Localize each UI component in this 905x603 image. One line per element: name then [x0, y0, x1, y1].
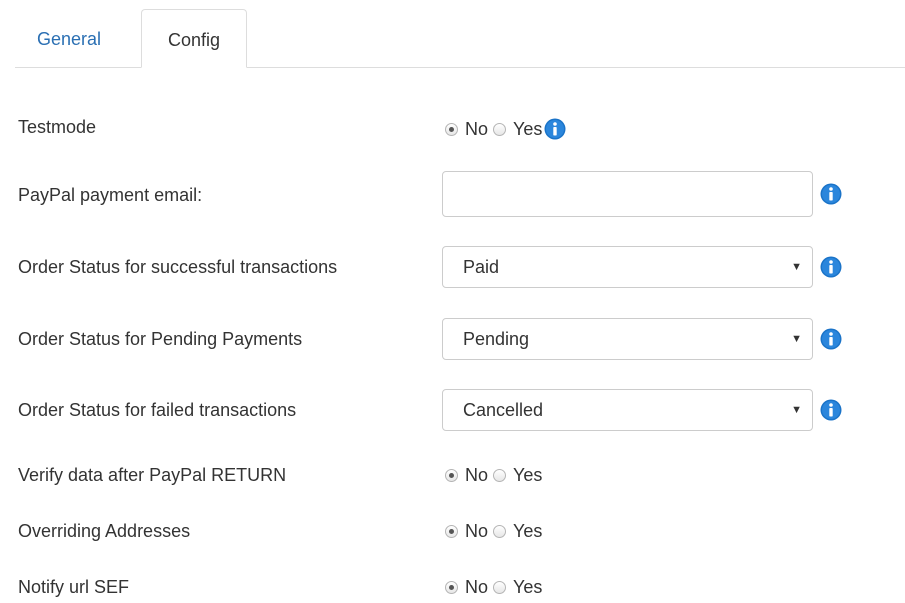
testmode-yes-radio[interactable]: [493, 122, 507, 136]
notify-sef-yes-label[interactable]: Yes: [513, 577, 542, 598]
status-pending-value: Pending: [463, 329, 530, 349]
tab-config[interactable]: Config: [141, 9, 247, 68]
status-failed-select[interactable]: Cancelled ▼: [442, 389, 813, 431]
testmode-radio-group: No Yes: [445, 118, 566, 140]
overriding-addresses-yes-radio[interactable]: [493, 525, 507, 538]
testmode-label: Testmode: [18, 117, 97, 137]
chevron-down-icon: ▼: [791, 404, 802, 416]
notify-sef-label: Notify url SEF: [18, 577, 130, 597]
tab-bar: General Config: [15, 9, 905, 68]
notify-sef-no-radio[interactable]: [445, 581, 458, 594]
testmode-no-radio[interactable]: [445, 122, 458, 136]
status-pending-select[interactable]: Pending ▼: [442, 318, 813, 360]
chevron-down-icon: ▼: [791, 261, 802, 273]
status-failed-label: Order Status for failed transactions: [18, 400, 297, 420]
verify-return-radio-group: No Yes: [445, 465, 547, 486]
info-icon[interactable]: [544, 118, 566, 140]
notify-sef-yes-radio[interactable]: [493, 581, 507, 594]
info-icon[interactable]: [820, 183, 842, 205]
status-success-select[interactable]: Paid ▼: [442, 246, 813, 288]
paypal-email-label: PayPal payment email:: [18, 185, 203, 205]
verify-return-yes-radio[interactable]: [493, 469, 507, 482]
tab-general[interactable]: General: [15, 9, 123, 67]
testmode-no-label[interactable]: No: [465, 119, 488, 140]
overriding-addresses-no-label[interactable]: No: [465, 521, 488, 542]
notify-sef-radio-group: No Yes: [445, 577, 547, 598]
status-success-value: Paid: [463, 257, 500, 277]
status-pending-label: Order Status for Pending Payments: [18, 329, 303, 349]
overriding-addresses-radio-group: No Yes: [445, 521, 547, 542]
chevron-down-icon: ▼: [791, 333, 802, 345]
status-success-label: Order Status for successful transactions: [18, 257, 338, 277]
overriding-addresses-no-radio[interactable]: [445, 525, 458, 538]
verify-return-no-label[interactable]: No: [465, 465, 488, 486]
info-icon[interactable]: [820, 256, 842, 278]
overriding-addresses-label: Overriding Addresses: [18, 521, 191, 541]
testmode-yes-label[interactable]: Yes: [513, 119, 542, 140]
notify-sef-no-label[interactable]: No: [465, 577, 488, 598]
verify-return-label: Verify data after PayPal RETURN: [18, 465, 287, 485]
paypal-email-input[interactable]: [442, 171, 813, 217]
status-failed-value: Cancelled: [463, 400, 544, 420]
verify-return-no-radio[interactable]: [445, 469, 458, 482]
info-icon[interactable]: [820, 328, 842, 350]
verify-return-yes-label[interactable]: Yes: [513, 465, 542, 486]
info-icon[interactable]: [820, 399, 842, 421]
overriding-addresses-yes-label[interactable]: Yes: [513, 521, 542, 542]
